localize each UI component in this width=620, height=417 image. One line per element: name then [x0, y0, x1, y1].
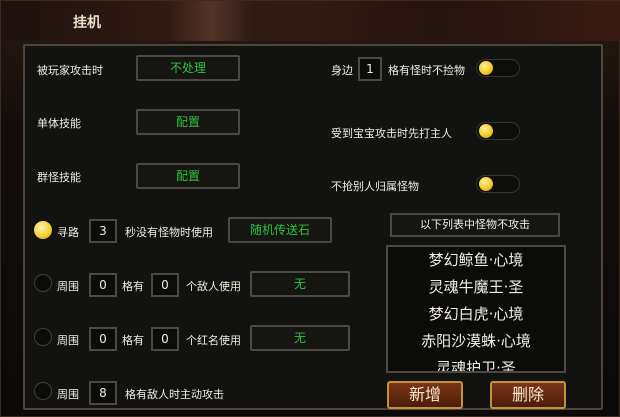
pet-attack-toggle[interactable] — [476, 122, 520, 140]
attacked-action-select[interactable]: 不处理 — [136, 55, 240, 81]
toggle-knob — [479, 61, 493, 75]
pathing-radio[interactable] — [34, 221, 52, 239]
title-bar: 挂机 — [1, 1, 620, 41]
list-item[interactable]: 灵魂护卫·圣 — [388, 355, 564, 371]
nearby-prefix: 身边 — [331, 64, 353, 77]
enemy-range-input[interactable]: 0 — [89, 273, 117, 297]
auto-attack-radio[interactable] — [34, 382, 52, 400]
nearby-range-input[interactable]: 1 — [358, 57, 382, 81]
hang-up-window: 挂机 被玩家攻击时 不处理 单体技能 配置 群怪技能 配置 寻路 3 秒没有怪物… — [0, 0, 620, 417]
delete-button[interactable]: 删除 — [490, 381, 566, 409]
window-title: 挂机 — [73, 15, 101, 31]
list-item[interactable]: 灵魂牛魔王·圣 — [388, 274, 564, 301]
pathing-item-select[interactable]: 随机传送石 — [228, 217, 332, 243]
redname-item-select[interactable]: 无 — [250, 325, 350, 351]
list-item[interactable]: 梦幻白虎·心境 — [388, 301, 564, 328]
redname-range-prefix: 周围 — [57, 334, 79, 347]
exclude-monster-list[interactable]: 梦幻鲸鱼·心境 灵魂牛魔王·圣 梦幻白虎·心境 赤阳沙漠蛛·心境 灵魂护卫·圣 — [386, 245, 566, 373]
attacked-label: 被玩家攻击时 — [37, 64, 103, 77]
list-item[interactable]: 赤阳沙漠蛛·心境 — [388, 328, 564, 355]
pathing-label: 寻路 — [57, 226, 79, 239]
redname-range-suffix: 个红名使用 — [186, 334, 241, 347]
group-skill-config-button[interactable]: 配置 — [136, 163, 240, 189]
no-pickup-toggle[interactable] — [476, 59, 520, 77]
auto-attack-suffix: 格有敌人时主动攻击 — [125, 388, 224, 401]
enemy-range-radio[interactable] — [34, 274, 52, 292]
list-item[interactable]: 梦幻鲸鱼·心境 — [388, 247, 564, 274]
enemy-range-prefix: 周围 — [57, 280, 79, 293]
pathing-suffix: 秒没有怪物时使用 — [125, 226, 213, 239]
single-skill-label: 单体技能 — [37, 117, 81, 130]
redname-count-input[interactable]: 0 — [151, 327, 179, 351]
enemy-range-suffix: 个敌人使用 — [186, 280, 241, 293]
pathing-seconds-input[interactable]: 3 — [89, 219, 117, 243]
exclude-list-header: 以下列表中怪物不攻击 — [390, 213, 560, 237]
group-skill-label: 群怪技能 — [37, 171, 81, 184]
redname-range-input[interactable]: 0 — [89, 327, 117, 351]
enemy-item-select[interactable]: 无 — [250, 271, 350, 297]
no-steal-toggle[interactable] — [476, 175, 520, 193]
redname-range-mid: 格有 — [122, 334, 144, 347]
pet-attack-label: 受到宝宝攻击时先打主人 — [331, 127, 452, 140]
toggle-knob — [479, 177, 493, 191]
redname-range-radio[interactable] — [34, 328, 52, 346]
toggle-knob — [479, 124, 493, 138]
auto-attack-prefix: 周围 — [57, 388, 79, 401]
nearby-suffix: 格有怪时不捡物 — [388, 64, 465, 77]
add-button[interactable]: 新增 — [387, 381, 463, 409]
single-skill-config-button[interactable]: 配置 — [136, 109, 240, 135]
no-steal-label: 不抢别人归属怪物 — [331, 180, 419, 193]
enemy-count-input[interactable]: 0 — [151, 273, 179, 297]
enemy-range-mid: 格有 — [122, 280, 144, 293]
title-ornament — [169, 1, 309, 41]
auto-attack-range-input[interactable]: 8 — [89, 381, 117, 405]
